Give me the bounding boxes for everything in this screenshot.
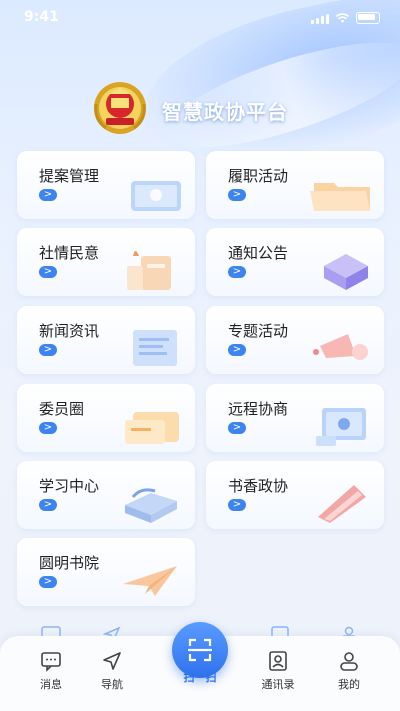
building-illustration-icon [127,251,171,290]
app-title: 智慧政协平台 [162,100,288,124]
arrow-icon: > [39,499,57,511]
tab-messages[interactable]: 消息 [21,650,81,692]
menu-card-label: 履职活动 [228,167,289,185]
arrow-icon: > [228,422,246,434]
message-icon [41,652,61,672]
menu-card-label: 新闻资讯 [39,322,100,340]
arrow-icon: > [228,266,246,278]
books-illustration-icon [125,488,177,523]
arrow-icon: > [39,422,57,434]
menu-card-duty-activities[interactable]: 履职活动 > [206,151,384,219]
book-illustration-icon [318,485,366,523]
status-time: 9:41 [24,9,59,25]
status-bar: 9:41 [0,0,400,36]
card-illustration-icon [125,412,179,444]
menu-card-remote-consultation[interactable]: 远程协商 > [206,384,384,452]
megaphone-illustration-icon [313,334,368,360]
menu-card-special-activities[interactable]: 专题活动 > [206,306,384,374]
tab-label: 导航 [101,678,123,691]
cube-illustration-icon [324,254,368,290]
laptop-illustration-icon [131,181,181,211]
tab-contacts[interactable]: 通讯录 [248,650,308,692]
menu-card-proposal-management[interactable]: 提案管理 > [17,151,195,219]
tab-label: 消息 [40,678,62,691]
battery-icon [356,12,380,24]
arrow-icon: > [228,189,246,201]
video-call-illustration-icon [316,408,366,446]
arrow-icon: > [228,344,246,356]
menu-card-label: 学习中心 [39,477,100,495]
arrow-icon: > [39,576,57,588]
menu-card-label: 专题活动 [228,322,289,340]
app-header: 智慧政协平台 [0,80,400,140]
contacts-icon [269,651,287,671]
scan-label: 扫一扫 [183,671,217,684]
menu-card-member-circle[interactable]: 委员圈 > [17,384,195,452]
tab-navigation[interactable]: 导航 [82,650,142,692]
menu-card-notice-announcement[interactable]: 通知公告 > [206,228,384,296]
menu-card-scholarly-cppcc[interactable]: 书香政协 > [206,461,384,529]
navigation-icon [103,652,121,670]
signal-icon [311,14,329,24]
menu-card-public-opinion[interactable]: 社情民意 > [17,228,195,296]
arrow-icon: > [39,266,57,278]
tab-mine[interactable]: 我的 [319,650,379,692]
tab-label: 通讯录 [261,678,295,691]
document-illustration-icon [133,330,177,366]
menu-card-learning-center[interactable]: 学习中心 > [17,461,195,529]
user-icon [340,652,358,671]
folder-illustration-icon [310,183,370,211]
arrow-icon: > [39,189,57,201]
menu-card-yuanming-academy[interactable]: 圆明书院 > [17,538,195,606]
menu-card-label: 圆明书院 [39,554,100,572]
wifi-icon [335,13,350,23]
menu-card-label: 提案管理 [39,167,100,185]
menu-card-label: 远程协商 [228,400,289,418]
cppcc-emblem-logo [94,82,146,134]
menu-card-label: 委员圈 [39,400,85,418]
menu-card-label: 书香政协 [228,477,289,495]
arrow-icon: > [39,344,57,356]
menu-card-label: 社情民意 [39,244,100,262]
paper-plane-illustration-icon [123,566,177,596]
menu-card-label: 通知公告 [228,244,289,262]
menu-card-news[interactable]: 新闻资讯 > [17,306,195,374]
tab-label: 我的 [338,678,360,691]
status-icons [311,12,380,24]
arrow-icon: > [228,499,246,511]
